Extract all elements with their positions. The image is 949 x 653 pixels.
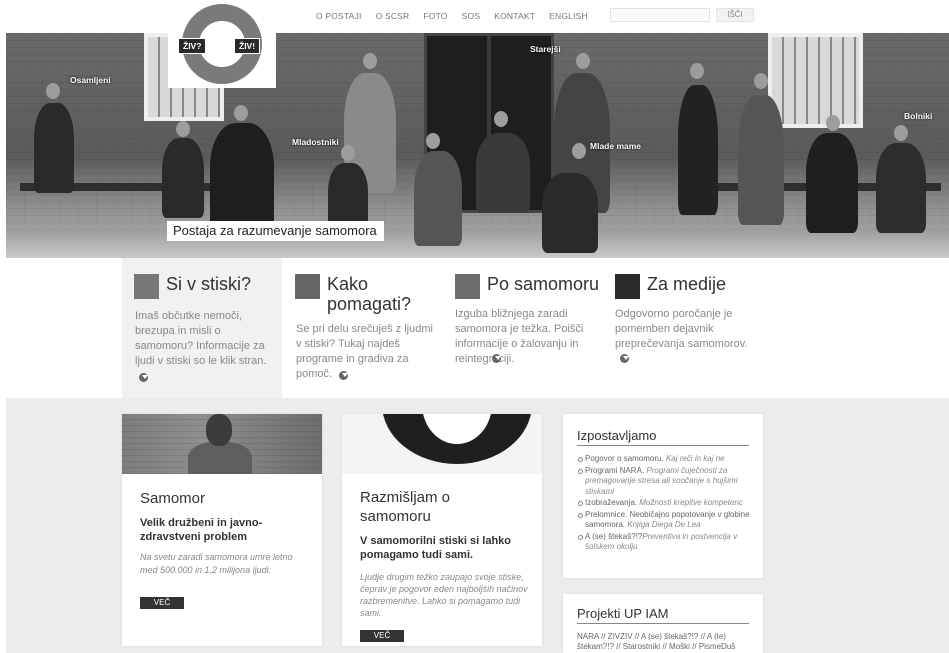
person: [476, 133, 530, 213]
nav-sos[interactable]: SOS: [462, 11, 481, 21]
nav-english[interactable]: ENGLISH: [549, 11, 588, 21]
search-button[interactable]: IŠČI: [716, 8, 754, 22]
tile-kako-pomagati[interactable]: Kako pomagati? Se pri delu srečuješ z lj…: [283, 258, 443, 398]
person: [876, 143, 926, 233]
person: [210, 123, 274, 233]
hero-label-mladostniki[interactable]: Mladostniki: [292, 137, 339, 147]
top-navigation: O POSTAJI O SCSR FOTO SOS KONTAKT ENGLIS…: [316, 8, 588, 24]
tile-more-icon[interactable]: [620, 354, 629, 363]
hero-label-starejsi[interactable]: Starejši: [530, 44, 561, 54]
person: [162, 138, 204, 218]
hero-label-bolniki[interactable]: Bolniki: [904, 111, 932, 121]
person: [806, 133, 858, 233]
tile-more-icon[interactable]: [139, 373, 148, 382]
hero-label-osamljeni[interactable]: Osamljeni: [70, 75, 111, 85]
tile-si-v-stiski[interactable]: Si v stiski? Imaš občutke nemoči, brezup…: [122, 258, 282, 398]
person-head: [234, 105, 248, 121]
nav-kontakt[interactable]: KONTAKT: [494, 11, 535, 21]
card-text: Ljudje drugim težko zaupajo svoje stiske…: [360, 572, 528, 618]
tile-more-icon[interactable]: [339, 371, 348, 380]
tile-square-icon: [295, 274, 320, 299]
hero-image: Osamljeni Mladostniki Starejši Mlade mam…: [6, 33, 949, 258]
ground: [6, 228, 949, 258]
tile-title: Po samomoru: [487, 274, 600, 294]
list-item-italic: Kaj reči in kaj ne: [665, 454, 725, 463]
list-item-main: A (se) štekaš?!?: [585, 531, 643, 541]
person: [34, 103, 74, 193]
nav-o-postaji[interactable]: O POSTAJI: [316, 11, 362, 21]
person-head: [426, 133, 440, 149]
tile-text: Se pri delu srečuješ z ljudmi v stiski? …: [296, 323, 433, 380]
list-item[interactable]: Izobraževanja. Možnosti krepitve kompete…: [577, 498, 753, 509]
card-projekti: Projekti UP IAM NARA // ZIVZIV // A (se)…: [563, 594, 763, 653]
person-head: [176, 121, 190, 137]
person-head: [754, 73, 768, 89]
nav-o-scsr[interactable]: O SCSR: [376, 11, 410, 21]
person-head: [690, 63, 704, 79]
tile-text: Odgovorno poročanje je pomemben dejavnik…: [615, 308, 748, 350]
card-izpostavljamo: Izpostavljamo Pogovor o samomoru. Kaj re…: [563, 414, 763, 578]
person: [542, 173, 598, 253]
person: [738, 95, 784, 225]
card-title: Projekti UP IAM: [577, 606, 749, 624]
card-text: Na svetu zaradi samomora umre letno med …: [140, 552, 293, 575]
more-button[interactable]: VEČ: [360, 630, 404, 642]
more-button[interactable]: VEČ: [140, 597, 184, 609]
list-item-main: Izobraževanja.: [585, 498, 638, 507]
photo-person-head: [206, 414, 232, 446]
card-illustration: [342, 414, 542, 474]
tile-square-icon: [455, 274, 480, 299]
person: [678, 85, 718, 215]
person-head: [894, 125, 908, 141]
tile-text: Imaš občutke nemoči, brezupa in misli o …: [135, 310, 267, 367]
logo-badge-left: ŽIV?: [178, 38, 207, 54]
list-item-italic: Knjiga Diega De Lea: [627, 520, 701, 529]
card-razmisljam: Razmišljam o samomoru V samomorilni stis…: [342, 414, 542, 646]
card-title: Razmišljam o samomoru: [360, 489, 451, 525]
person-head: [572, 143, 586, 159]
site-logo[interactable]: ŽIV? ŽIV!: [168, 0, 276, 88]
tile-square-icon: [615, 274, 640, 299]
featured-list: Pogovor o samomoru. Kaj reči in kaj ne P…: [577, 454, 753, 554]
tile-more-icon[interactable]: [492, 354, 501, 363]
person-head: [576, 53, 590, 69]
card-subtitle: Velik družbeni in javno-zdravstveni prob…: [140, 517, 263, 543]
nav-foto[interactable]: FOTO: [423, 11, 447, 21]
person-head: [494, 111, 508, 127]
card-title: Samomor: [140, 490, 206, 507]
list-item[interactable]: A (se) štekaš?!?Preventiva in postvencij…: [577, 532, 753, 553]
photo-person: [188, 442, 252, 474]
tile-square-icon: [134, 274, 159, 299]
projects-links[interactable]: NARA // ZIVZIV // A (se) štekaš?!? // A …: [577, 632, 753, 652]
tile-title: Si v stiski?: [166, 274, 252, 294]
hero-label-mlade-mame[interactable]: Mlade mame: [590, 141, 641, 151]
list-item-main: Pogovor o samomoru.: [585, 454, 664, 463]
list-item[interactable]: Pogovor o samomoru. Kaj reči in kaj ne: [577, 454, 753, 465]
card-photo: [122, 414, 322, 474]
person-head: [46, 83, 60, 99]
hero-caption: Postaja za razumevanje samomora: [167, 221, 384, 241]
person: [414, 151, 462, 246]
card-subtitle: V samomorilni stiski si lahko pomagamo t…: [360, 535, 511, 561]
tile-text: Izguba bližnjega zaradi samomora je težk…: [455, 308, 584, 365]
window: [768, 33, 863, 128]
logo-badge-right: ŽIV!: [234, 38, 261, 54]
tile-title: Za medije: [647, 274, 727, 294]
list-item[interactable]: Prelomnice. Neobičajno popotovanje v glo…: [577, 510, 753, 531]
person-head: [341, 145, 355, 161]
tile-title: Kako pomagati?: [327, 274, 412, 314]
person-head: [363, 53, 377, 69]
list-item-main: Programi NARA.: [585, 465, 645, 475]
card-samomor: Samomor Velik družbeni in javno-zdravstv…: [122, 414, 322, 646]
tile-za-medije[interactable]: Za medije Odgovorno poročanje je pomembe…: [603, 258, 763, 398]
search-input[interactable]: [610, 8, 710, 22]
list-item[interactable]: Programi NARA. Programi čuječnosti za pr…: [577, 466, 753, 498]
person-head: [826, 115, 840, 131]
card-title: Izpostavljamo: [577, 428, 749, 446]
list-item-italic: Možnosti krepitve kompetenc: [639, 498, 743, 507]
tile-po-samomoru[interactable]: Po samomoru Izguba bližnjega zaradi samo…: [443, 258, 603, 398]
